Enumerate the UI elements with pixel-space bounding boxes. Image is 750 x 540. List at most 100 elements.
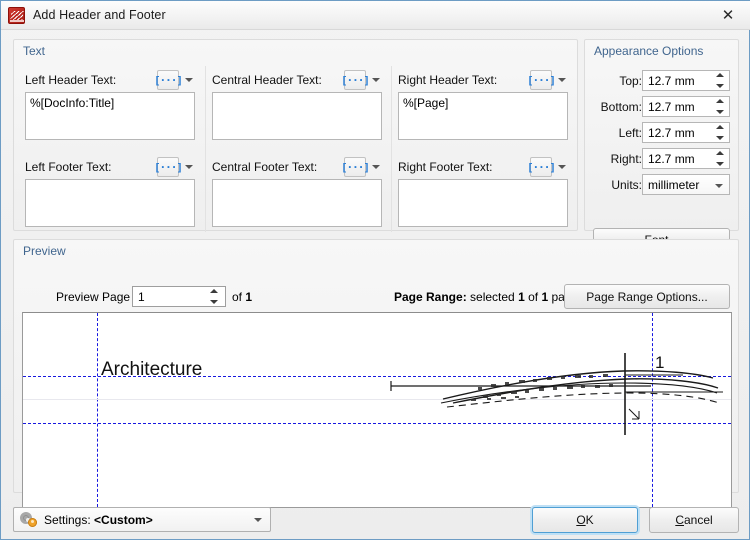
chevron-down-icon xyxy=(254,518,262,522)
margin-bottom-input[interactable]: 12.7 mm xyxy=(642,96,730,117)
margin-row-left: Left: 12.7 mm xyxy=(585,122,738,144)
page-range-status: Page Range: selected 1 of 1 pages xyxy=(394,290,584,304)
chevron-down-icon[interactable] xyxy=(181,157,197,177)
app-icon xyxy=(8,6,25,24)
architectural-drawing xyxy=(390,353,723,435)
macro-icon: [···] xyxy=(340,73,370,87)
units-value: millimeter xyxy=(648,177,700,192)
margin-right-label: Right: xyxy=(610,152,642,166)
units-row: Units: millimeter xyxy=(585,174,738,196)
units-select[interactable]: millimeter xyxy=(642,174,730,195)
preview-group-title: Preview xyxy=(23,244,66,258)
left-footer-input[interactable] xyxy=(25,179,195,227)
gear-icon xyxy=(20,511,38,528)
field-label: Left Footer Text: xyxy=(25,160,112,174)
margin-bottom-label: Bottom: xyxy=(600,100,642,114)
chevron-down-icon xyxy=(715,184,723,188)
units-label: Units: xyxy=(611,178,642,192)
appearance-options-group: Appearance Options Top: 12.7 mm Bottom: … xyxy=(584,39,739,251)
margin-row-right: Right: 12.7 mm xyxy=(585,148,738,170)
spinner-arrows-icon[interactable] xyxy=(208,289,220,304)
page-range-selected: 1 xyxy=(518,290,525,304)
preview-page-input[interactable]: 1 xyxy=(132,286,226,307)
page-range-mid: selected xyxy=(466,290,519,304)
settings-select[interactable]: Settings: <Custom> xyxy=(13,507,271,532)
chevron-down-icon[interactable] xyxy=(181,70,197,90)
field-label: Central Header Text: xyxy=(212,73,322,87)
ok-button[interactable]: OK xyxy=(532,507,638,533)
preview-header-right-text: 1 xyxy=(655,353,665,372)
margin-row-bottom: Bottom: 12.7 mm xyxy=(585,96,738,118)
preview-group: Preview Preview Page 1 of 1 Page Range: … xyxy=(13,239,739,508)
ok-button-label: OK xyxy=(576,513,593,527)
settings-label: Settings: xyxy=(44,512,91,527)
chevron-down-icon[interactable] xyxy=(368,70,384,90)
macro-icon: [···] xyxy=(153,160,183,174)
page-range-prefix: Page Range: xyxy=(394,290,467,304)
divider xyxy=(205,66,206,232)
macro-insert-button[interactable]: [···] xyxy=(526,157,556,177)
title-bar: Add Header and Footer ✕ xyxy=(1,1,750,30)
text-group: Text Left Header Text: [···] %[DocInfo:T… xyxy=(13,39,578,232)
central-footer-input[interactable] xyxy=(212,179,382,227)
left-header-input[interactable]: %[DocInfo:Title] xyxy=(25,92,195,140)
field-label: Left Header Text: xyxy=(25,73,117,87)
margin-row-top: Top: 12.7 mm xyxy=(585,70,738,92)
macro-insert-button[interactable]: [···] xyxy=(340,157,370,177)
spinner-arrows-icon[interactable] xyxy=(714,151,726,166)
macro-insert-button[interactable]: [···] xyxy=(340,70,370,90)
preview-total-pages: of 1 xyxy=(232,290,252,304)
ok-rest: K xyxy=(585,513,594,527)
page-preview-canvas[interactable]: Architecture 1 TYPICAL BUILDING SECTION … xyxy=(22,312,732,508)
appearance-group-title: Appearance Options xyxy=(594,44,704,58)
close-icon[interactable]: ✕ xyxy=(711,4,745,25)
divider xyxy=(391,66,392,232)
cancel-button[interactable]: Cancel xyxy=(649,507,739,533)
margin-left-value: 12.7 mm xyxy=(648,125,695,140)
central-header-input[interactable] xyxy=(212,92,382,140)
of-prefix: of xyxy=(232,290,246,304)
ok-accel: O xyxy=(576,513,586,527)
preview-page-value: 1 xyxy=(138,289,145,304)
spinner-arrows-icon[interactable] xyxy=(714,73,726,88)
macro-insert-button[interactable]: [···] xyxy=(526,70,556,90)
margin-bottom-value: 12.7 mm xyxy=(648,99,695,114)
chevron-down-icon[interactable] xyxy=(368,157,384,177)
margin-left-label: Left: xyxy=(618,126,642,140)
settings-value: <Custom> xyxy=(94,512,153,527)
cancel-rest: ancel xyxy=(683,513,713,527)
margin-right-value: 12.7 mm xyxy=(648,151,695,166)
macro-insert-button[interactable]: [···] xyxy=(153,157,183,177)
field-label: Right Footer Text: xyxy=(398,160,493,174)
macro-icon: [···] xyxy=(153,73,183,87)
total-pages-value: 1 xyxy=(245,290,253,304)
macro-icon: [···] xyxy=(526,73,556,87)
margin-top-label: Top: xyxy=(619,74,642,88)
macro-insert-button[interactable]: [···] xyxy=(153,70,183,90)
margin-right-input[interactable]: 12.7 mm xyxy=(642,148,730,169)
window-title: Add Header and Footer xyxy=(33,8,166,22)
add-header-footer-dialog: Add Header and Footer ✕ Text Left Header… xyxy=(0,0,750,540)
macro-icon: [···] xyxy=(526,160,556,174)
preview-page-label: Preview Page xyxy=(56,290,131,304)
page-range-options-label: Page Range Options... xyxy=(586,289,708,304)
spinner-arrows-icon[interactable] xyxy=(714,125,726,140)
page-range-options-button[interactable]: Page Range Options... xyxy=(564,284,730,309)
page-range-of: of xyxy=(524,290,542,304)
macro-icon: [···] xyxy=(340,160,370,174)
right-footer-input[interactable] xyxy=(398,179,568,227)
text-group-title: Text xyxy=(23,44,46,58)
settings-text: Settings: <Custom> xyxy=(42,513,153,527)
preview-header-left-text: Architecture xyxy=(101,359,203,380)
margin-top-input[interactable]: 12.7 mm xyxy=(642,70,730,91)
field-label: Right Header Text: xyxy=(398,73,498,87)
cancel-accel: C xyxy=(675,513,684,527)
field-label: Central Footer Text: xyxy=(212,160,318,174)
cancel-button-label: Cancel xyxy=(675,513,712,527)
chevron-down-icon[interactable] xyxy=(554,157,570,177)
margin-top-value: 12.7 mm xyxy=(648,73,695,88)
spinner-arrows-icon[interactable] xyxy=(714,99,726,114)
chevron-down-icon[interactable] xyxy=(554,70,570,90)
right-header-input[interactable]: %[Page] xyxy=(398,92,568,140)
margin-left-input[interactable]: 12.7 mm xyxy=(642,122,730,143)
